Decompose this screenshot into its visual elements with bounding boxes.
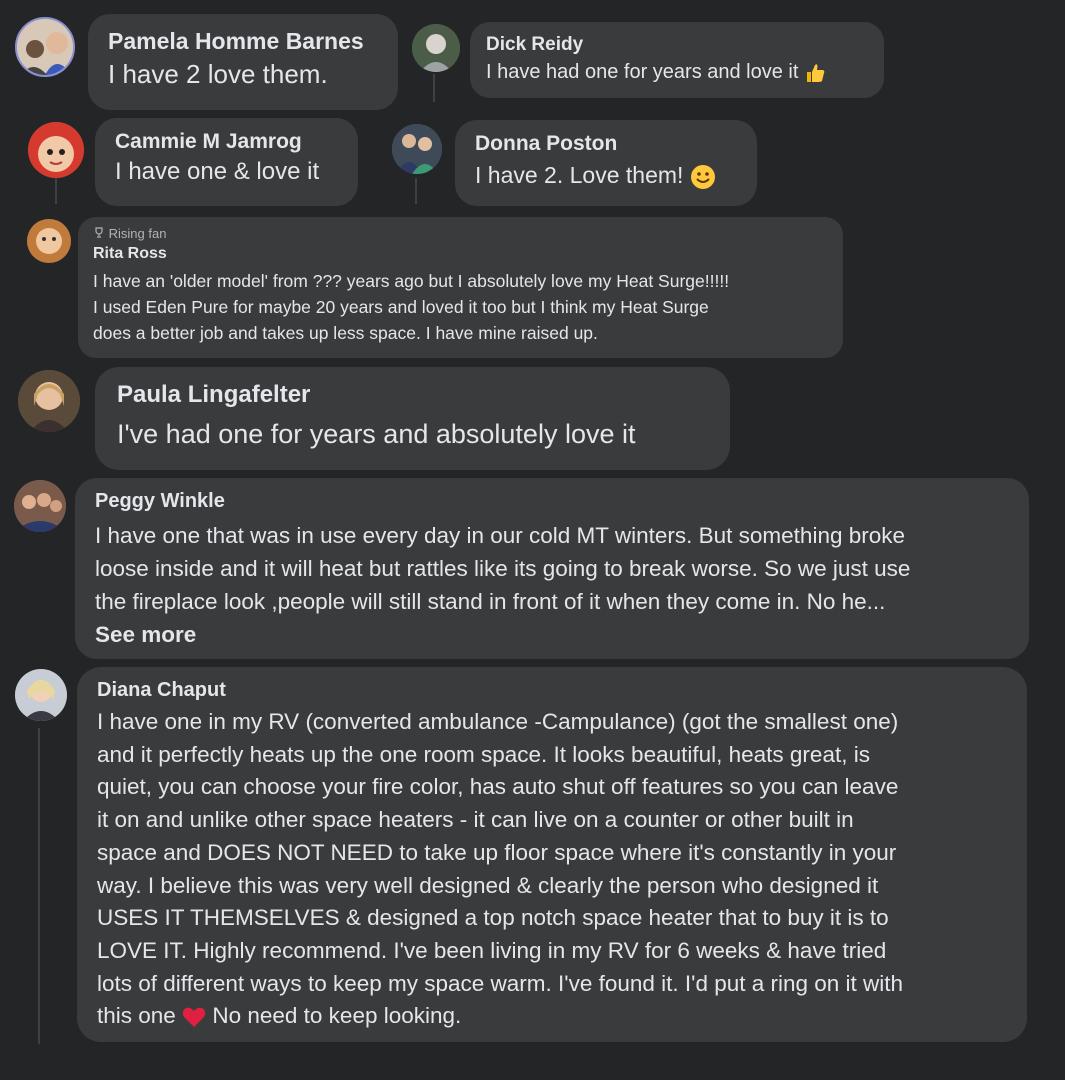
comment-text-line: I have an 'older model' from ??? years a…: [93, 271, 730, 291]
comment-text-line: I have one in my RV (converted ambulance…: [97, 709, 899, 734]
comment-author[interactable]: Pamela Homme Barnes: [108, 28, 378, 55]
comment-author[interactable]: Donna Poston: [475, 132, 737, 156]
comment-text-tail: No need to keep looking.: [212, 1003, 462, 1029]
comment-text: I have 2 love them.: [108, 59, 328, 89]
comment-text-line: lots of different ways to keep my space …: [97, 970, 904, 996]
comment-text-line: I used Eden Pure for maybe 20 years and …: [93, 297, 709, 317]
comment-bubble[interactable]: Cammie M Jamrog I have one & love it: [95, 118, 358, 206]
avatar[interactable]: [15, 669, 67, 721]
comment-text: I have one & love it: [115, 158, 320, 185]
comment-text-line: LOVE IT. Highly recommend. I've been liv…: [97, 937, 887, 963]
trophy-icon: [95, 227, 103, 238]
see-more-link[interactable]: See more: [95, 618, 1009, 651]
comment-text-line: way. I believe this was very well design…: [97, 872, 879, 898]
avatar[interactable]: [28, 122, 84, 178]
comment-text-line: I have one that was in use every day in …: [95, 523, 905, 548]
comment-text-line: it on and unlike other space heaters - i…: [97, 807, 854, 833]
comment-text: I have had one for years and love it: [486, 61, 868, 84]
comment-author[interactable]: Paula Lingafelter: [117, 381, 708, 409]
avatar-photo-icon: [412, 24, 460, 72]
comment-text-line: space and DOES NOT NEED to take up floor…: [97, 839, 897, 865]
comment-author[interactable]: Cammie M Jamrog: [115, 130, 338, 154]
rising-fan-badge: Rising fan: [93, 226, 828, 241]
comment-text-line: USES IT THEMSELVES & designed a top notc…: [97, 905, 889, 931]
comment-author[interactable]: Dick Reidy: [486, 34, 868, 56]
avatar[interactable]: [392, 124, 442, 174]
comment-bubble[interactable]: Dick Reidy I have had one for years and …: [470, 22, 884, 98]
comment-bubble[interactable]: Peggy Winkle I have one that was in use …: [75, 478, 1029, 659]
thread-line: [415, 178, 417, 204]
comment-text-line: and it perfectly heats up the one room s…: [97, 741, 870, 767]
thread-line: [38, 728, 40, 1044]
comment-bubble[interactable]: Paula Lingafelter I've had one for years…: [95, 367, 730, 470]
avatar[interactable]: [14, 480, 66, 532]
comment-bubble[interactable]: Donna Poston I have 2. Love them!: [455, 120, 757, 206]
comment-text: I've had one for years and absolutely lo…: [117, 419, 636, 449]
avatar[interactable]: [18, 370, 80, 432]
comment-author[interactable]: Rita Ross: [93, 245, 828, 263]
comment-text-line: the fireplace look ,people will still st…: [95, 589, 886, 614]
avatar-photo-icon: [27, 219, 71, 263]
comment-text-main: I have had one for years and love it: [486, 61, 799, 83]
thread-line: [433, 74, 435, 102]
badge-label: Rising fan: [108, 226, 167, 241]
avatar-photo-icon: [28, 122, 84, 178]
comment-text-line: this one: [97, 1003, 176, 1029]
comment-text-line: does a better job and takes up less spac…: [93, 323, 598, 343]
avatar-photo-icon: [15, 669, 67, 721]
comment-author[interactable]: Peggy Winkle: [95, 490, 1009, 513]
comment-bubble[interactable]: Pamela Homme Barnes I have 2 love them.: [88, 14, 398, 110]
avatar[interactable]: [412, 24, 460, 72]
avatar[interactable]: [27, 219, 71, 263]
comment-text-last-line: this one No need to keep looking.: [97, 1000, 1007, 1033]
comment-text-line: quiet, you can choose your fire color, h…: [97, 774, 899, 800]
avatar-photo-icon: [14, 480, 66, 532]
thread-line: [55, 178, 57, 204]
comment-text-line: loose inside and it will heat but rattle…: [95, 556, 911, 581]
comment-bubble[interactable]: Rising fan Rita Ross I have an 'older mo…: [78, 217, 843, 358]
avatar[interactable]: [15, 17, 75, 77]
avatar-photo-icon: [18, 370, 80, 432]
comment-author[interactable]: Diana Chaput: [97, 679, 1007, 702]
comment-text: I have 2. Love them!: [475, 162, 737, 190]
avatar-photo-icon: [392, 124, 442, 174]
avatar-photo-icon: [17, 19, 73, 75]
thumbs-up-icon: [806, 63, 825, 82]
smiley-icon: [690, 164, 715, 189]
red-heart-icon: [182, 1008, 206, 1028]
comment-text-main: I have 2. Love them!: [475, 162, 684, 188]
comment-bubble[interactable]: Diana Chaput I have one in my RV (conver…: [77, 667, 1027, 1042]
